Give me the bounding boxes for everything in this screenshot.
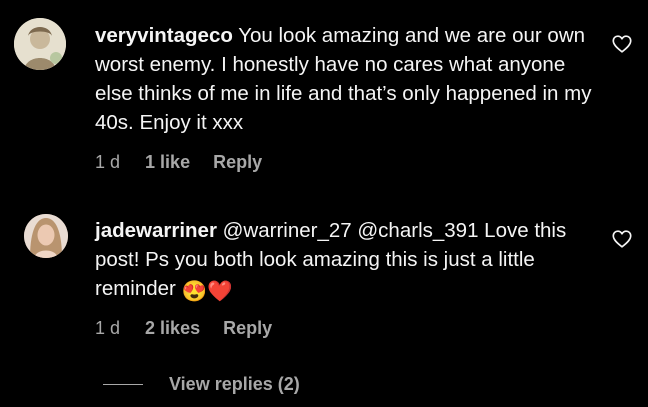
comment-username[interactable]: jadewarriner xyxy=(95,219,217,242)
view-replies-label[interactable]: View replies (2) xyxy=(169,374,300,395)
avatar[interactable] xyxy=(24,214,68,258)
comment-username[interactable]: veryvintageco xyxy=(95,24,233,47)
replies-divider xyxy=(103,384,143,385)
comment-meta: 1 d 2 likes Reply xyxy=(95,318,290,339)
likes-count[interactable]: 2 likes xyxy=(145,318,200,339)
heart-icon[interactable] xyxy=(611,228,633,250)
comment-time: 1 d xyxy=(95,318,121,338)
heart-icon[interactable] xyxy=(611,33,633,55)
avatar-image xyxy=(14,18,66,70)
comment-text: jadewarriner @warriner_27 @charls_391 Lo… xyxy=(95,216,595,306)
likes-count[interactable]: 1 like xyxy=(145,152,190,173)
view-replies-button[interactable]: View replies (2) xyxy=(103,374,300,395)
comment-emoji: 😍❤️ xyxy=(181,280,233,303)
comment-time: 1 d xyxy=(95,152,121,172)
comment-text: veryvintageco You look amazing and we ar… xyxy=(95,21,595,137)
reply-button[interactable]: Reply xyxy=(213,152,262,173)
reply-button[interactable]: Reply xyxy=(223,318,272,339)
avatar[interactable] xyxy=(14,18,66,70)
avatar-image xyxy=(24,214,68,258)
comment-meta: 1 d 1 like Reply xyxy=(95,152,280,173)
